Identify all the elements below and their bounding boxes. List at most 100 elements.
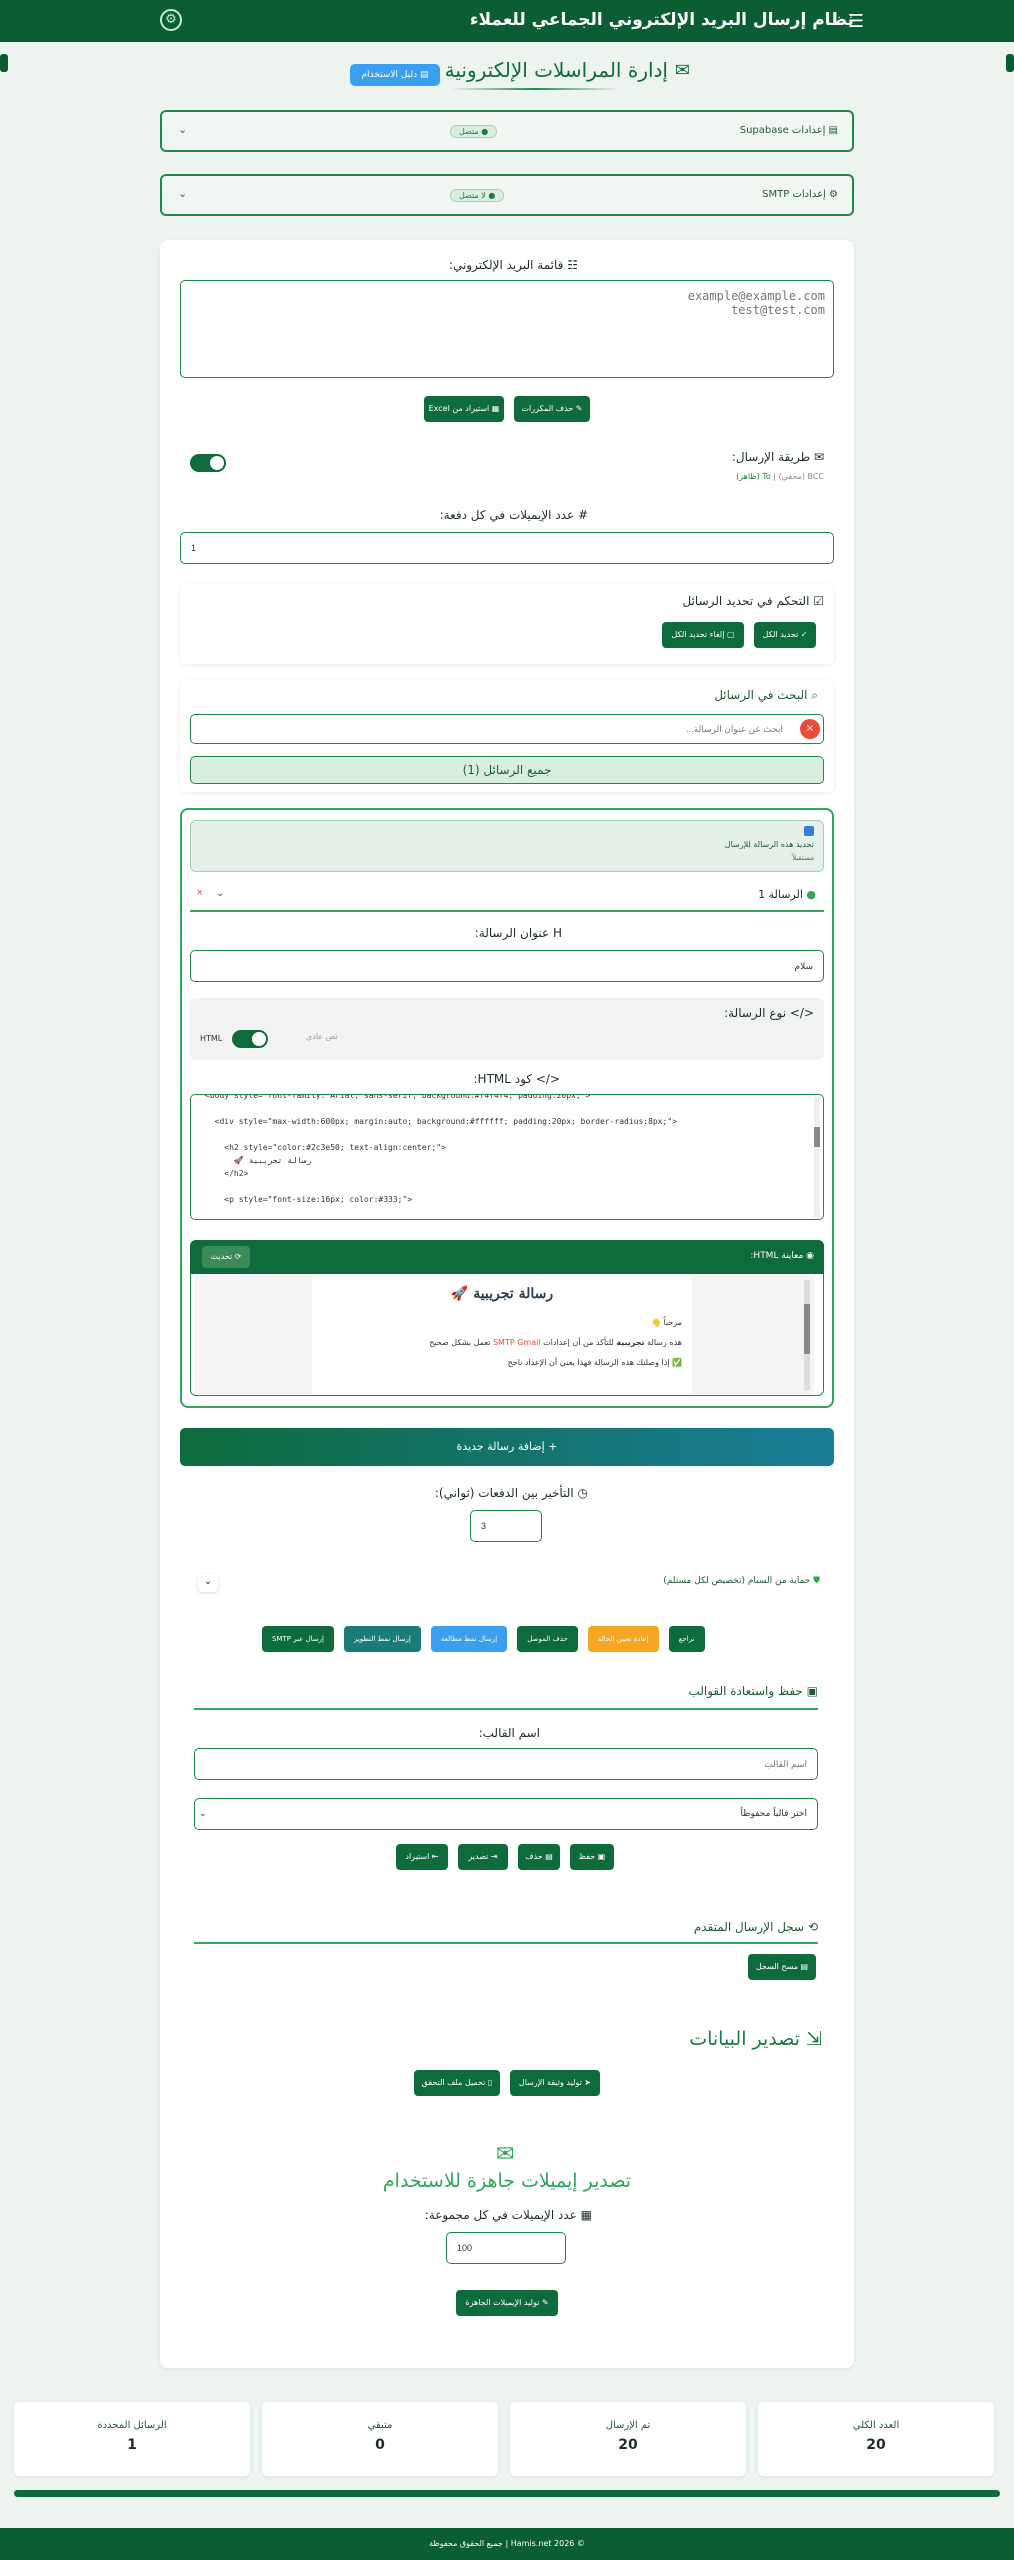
- batch-size-input[interactable]: [180, 532, 834, 564]
- send-method-label: ✉ طريقة الإرسال:: [732, 450, 824, 464]
- chevron-down-icon[interactable]: ⌄: [216, 888, 224, 899]
- send-method-label-text: طريقة الإرسال:: [731, 450, 811, 464]
- send-method-toggle[interactable]: [190, 454, 226, 472]
- check-circle-icon: ●: [478, 127, 489, 136]
- add-message-button[interactable]: + إضافة رسالة جديدة: [180, 1428, 834, 1466]
- email-list-textarea[interactable]: [180, 280, 834, 378]
- email-list-label-text: قائمة البريد الإلكتروني:: [448, 258, 564, 272]
- remove-duplicates-button[interactable]: ✎ حذف المكررات: [514, 396, 590, 422]
- delete-message-icon[interactable]: ×: [196, 888, 204, 898]
- supabase-panel-title: إعدادات Supabase: [739, 125, 826, 136]
- app-title: نظام إرسال البريد الإلكتروني الجماعي للع…: [469, 10, 854, 30]
- search-title-text: البحث في الرسائل: [714, 688, 808, 702]
- action-button-2[interactable]: إرسال نمط مطالعة: [430, 1626, 508, 1652]
- history-title-text: سجل الإرسال المتقدم: [693, 1920, 805, 1934]
- import-excel-button[interactable]: ▦ استيراد من Excel: [424, 396, 504, 422]
- generate-report-button[interactable]: ➤ توليد وثيقة الإرسال: [510, 2070, 600, 2096]
- supabase-settings-panel[interactable]: ▤ إعدادات Supabase ● متصل ⌄: [160, 110, 854, 152]
- email-list-label: ☷ قائمة البريد الإلكتروني:: [449, 258, 578, 272]
- chevron-down-icon[interactable]: ⌄: [178, 187, 187, 200]
- clear-history-label: مسح السجل: [755, 1962, 799, 1971]
- save-template-button[interactable]: ▣ حفظ: [570, 1844, 614, 1870]
- message-type-label: </> نوع الرسالة:: [724, 1006, 814, 1020]
- all-messages-filter[interactable]: جميع الرسائل (1): [190, 756, 824, 784]
- action-button-5[interactable]: تراجع: [668, 1626, 705, 1652]
- plus-icon: +: [544, 1440, 558, 1453]
- gear-icon[interactable]: ⚙: [160, 9, 182, 31]
- html-code-label: </> كود HTML:: [474, 1072, 561, 1086]
- import-template-button[interactable]: ⇤ استيراد: [396, 1844, 448, 1870]
- action-button-4[interactable]: إعادة تعيين الحالة: [587, 1626, 659, 1652]
- smtp-settings-panel[interactable]: ⚙ إعدادات SMTP ● لا متصل ⌄: [160, 174, 854, 216]
- code-scrollbar[interactable]: [814, 1097, 820, 1217]
- import-template-label: استيراد: [405, 1852, 430, 1861]
- ready-emails-title: تصدير إيميلات جاهزة للاستخدام: [382, 2170, 632, 2192]
- status-dot-icon: ●: [802, 888, 816, 901]
- hint-to: To (ظاهر): [736, 472, 771, 481]
- delay-input[interactable]: [470, 1510, 542, 1542]
- delete-template-button[interactable]: ▤ حذف: [518, 1844, 560, 1870]
- export-data-title: ⇲ تصدير البيانات: [689, 2028, 822, 2050]
- stat-remaining-value: 0: [375, 2437, 385, 2453]
- stat-sent-label: تم الإرسال: [605, 2420, 651, 2431]
- deselect-all-button[interactable]: ▢ إلغاء تحديد الكل: [662, 622, 744, 648]
- left-side-tab[interactable]: [0, 54, 8, 72]
- stat-total-label: العدد الكلي: [852, 2420, 900, 2431]
- hash-icon: #: [574, 508, 588, 522]
- history-icon: ⟲: [804, 1920, 818, 1934]
- group-size-input[interactable]: [446, 2232, 566, 2264]
- deselect-all-label: إلغاء تحديد الكل: [671, 630, 725, 639]
- export-data-title-text: تصدير البيانات: [689, 2028, 801, 2050]
- file-export-icon: ⇲: [800, 2028, 822, 2050]
- html-code-label-text: كود HTML:: [473, 1072, 533, 1086]
- refresh-preview-button[interactable]: ⟳ تحديث: [202, 1246, 250, 1268]
- search-icon: ⌕: [807, 688, 818, 702]
- file-excel-icon: ▦: [489, 404, 500, 413]
- spam-toggle-chevron[interactable]: ⌄: [198, 1574, 218, 1592]
- stat-sent: تم الإرسال 20: [510, 2402, 746, 2476]
- book-icon: ▤: [417, 70, 429, 80]
- guide-button[interactable]: ▤ دليل الاستخدام: [350, 64, 440, 86]
- preview-scrollbar[interactable]: [804, 1280, 810, 1390]
- clear-search-button[interactable]: ×: [800, 719, 820, 739]
- export-icon: ⇥: [488, 1852, 498, 1861]
- title-underline: [450, 88, 620, 90]
- gear-icon: ⚙: [825, 189, 838, 200]
- template-name-input[interactable]: [194, 1748, 818, 1780]
- chevron-down-icon: ⌄: [199, 1809, 207, 1819]
- stat-remaining-label: متبقي: [367, 2420, 393, 2431]
- preview-line1: هذه رسالة تجريبية للتأكد من أن إعدادات S…: [429, 1338, 682, 1347]
- send-method-hint: BCC (مخفي) | To (ظاهر): [736, 472, 824, 481]
- select-all-button[interactable]: ✓ تحديد الكل: [754, 622, 816, 648]
- selection-title: ☑ التحكم في تحديد الرسائل: [682, 594, 824, 608]
- select-all-label: تحديد الكل: [762, 630, 799, 639]
- preview-heading: رسالة تجريبية 🚀: [450, 1286, 554, 1302]
- message-select-checkbox[interactable]: [804, 826, 814, 836]
- database-icon: ▤: [825, 125, 838, 136]
- file-icon: ▯: [485, 2078, 493, 2087]
- action-button-0[interactable]: إرسال عبر SMTP: [262, 1626, 334, 1652]
- right-side-tab[interactable]: [1006, 54, 1014, 72]
- square-icon: ▢: [724, 630, 735, 639]
- subject-label: H عنوان الرسالة:: [475, 926, 562, 940]
- clear-history-button[interactable]: ▤ مسح السجل: [748, 1954, 816, 1980]
- action-button-1[interactable]: إرسال نمط التطوير: [344, 1626, 421, 1652]
- chevron-down-icon[interactable]: ⌄: [178, 123, 187, 136]
- batch-label: # عدد الإيميلات في كل دفعة:: [440, 508, 588, 522]
- stat-remaining: متبقي 0: [262, 2402, 498, 2476]
- message-select-hint: مستقبلاً: [792, 854, 814, 862]
- batch-label-text: عدد الإيميلات في كل دفعة:: [439, 508, 575, 522]
- action-button-3[interactable]: حذف الموصل: [517, 1626, 578, 1652]
- message-divider: [190, 910, 824, 912]
- generate-ready-emails-button[interactable]: ✎ توليد الإيميلات الجاهزة: [456, 2290, 558, 2316]
- html-code-editor[interactable]: <body style="font-family: Arial, sans-se…: [190, 1094, 824, 1220]
- download-log-button[interactable]: ▯ تحميل ملف التحقق: [414, 2070, 500, 2096]
- stat-sent-value: 20: [618, 2437, 638, 2453]
- message-type-toggle[interactable]: [232, 1030, 268, 1048]
- export-template-button[interactable]: ⇥ تصدير: [458, 1844, 508, 1870]
- preview-frame: رسالة تجريبية 🚀 مرحباً 👋 هذه رسالة تجريب…: [194, 1276, 814, 1394]
- delete-template-label: حذف: [525, 1852, 543, 1861]
- subject-input[interactable]: [190, 950, 824, 982]
- template-select[interactable]: اختر قالباً محفوظاً ⌄: [194, 1798, 818, 1830]
- search-input[interactable]: [190, 714, 824, 744]
